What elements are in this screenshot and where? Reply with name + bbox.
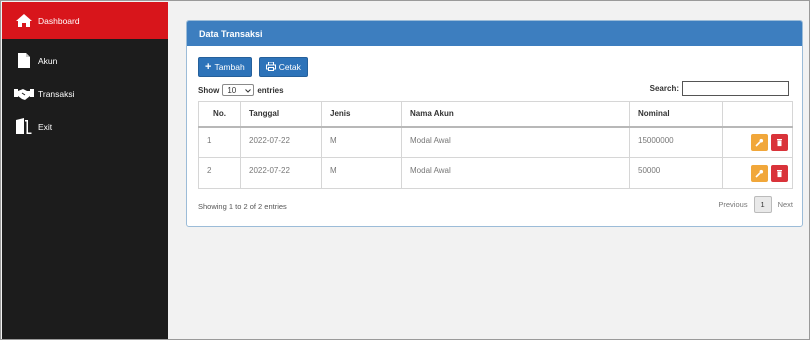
chevron-down-icon xyxy=(245,86,252,95)
sidebar-item-exit[interactable]: Exit xyxy=(2,110,168,143)
edit-button[interactable] xyxy=(751,164,768,182)
column-header-nominal[interactable]: Nominal xyxy=(629,101,723,128)
toolbar: + Tambah Cetak xyxy=(198,57,308,77)
transaksi-panel: Data Transaksi + Tambah Cetak Show 10 en… xyxy=(186,20,803,227)
cell-nominal: 15000000 xyxy=(629,126,723,158)
edit-button[interactable] xyxy=(751,133,768,151)
column-header-no[interactable]: No. xyxy=(198,101,241,128)
pagination: Previous 1 Next xyxy=(718,196,793,213)
cell-jenis: M xyxy=(321,126,402,158)
cell-nominal: 50000 xyxy=(629,157,723,189)
cell-nama-akun: Modal Awal xyxy=(401,157,630,189)
transaksi-table: No. Tanggal Jenis Nama Akun Nominal 1 20… xyxy=(198,101,793,189)
cell-actions xyxy=(722,126,793,158)
wrench-icon xyxy=(755,138,764,147)
entries-select-value: 10 xyxy=(227,85,237,95)
sidebar-item-akun[interactable]: Akun xyxy=(2,44,168,77)
wrench-icon xyxy=(755,169,764,178)
previous-button[interactable]: Previous xyxy=(718,200,747,209)
cell-actions xyxy=(722,157,793,189)
column-header-nama-akun[interactable]: Nama Akun xyxy=(401,101,630,128)
entries-select[interactable]: 10 xyxy=(222,84,255,96)
table-info: Showing 1 to 2 of 2 entries xyxy=(198,202,287,211)
main-content: Data Transaksi + Tambah Cetak Show 10 en… xyxy=(168,2,808,338)
page-length-control: Show 10 entries xyxy=(198,84,284,96)
plus-icon: + xyxy=(205,60,212,73)
sidebar-item-label: Transaksi xyxy=(38,88,75,99)
printer-icon xyxy=(265,61,276,73)
search-control: Search: xyxy=(650,81,789,96)
sidebar-item-dashboard[interactable]: Dashboard xyxy=(2,2,168,39)
delete-button[interactable] xyxy=(771,164,788,182)
cetak-button[interactable]: Cetak xyxy=(258,57,308,77)
cell-tanggal: 2022-07-22 xyxy=(240,157,322,189)
entries-label: entries xyxy=(257,85,284,95)
home-icon xyxy=(14,12,34,30)
handshake-icon xyxy=(14,85,34,103)
door-exit-icon xyxy=(14,118,34,136)
search-label: Search: xyxy=(649,84,679,93)
cell-tanggal: 2022-07-22 xyxy=(240,126,322,158)
column-header-tanggal[interactable]: Tanggal xyxy=(240,101,322,128)
sidebar-item-transaksi[interactable]: Transaksi xyxy=(2,77,168,110)
app-frame: Dashboard Akun Transaksi Exit Data Trans… xyxy=(0,0,810,340)
tambah-button[interactable]: + Tambah xyxy=(198,57,252,77)
table-row: 2 2022-07-22 M Modal Awal 50000 xyxy=(198,157,793,189)
sidebar-item-label: Dashboard xyxy=(38,15,80,26)
tambah-label: Tambah xyxy=(214,62,245,72)
next-button[interactable]: Next xyxy=(778,200,793,209)
cell-nama-akun: Modal Awal xyxy=(401,126,630,158)
panel-title: Data Transaksi xyxy=(187,21,802,46)
search-input[interactable] xyxy=(682,81,789,96)
cell-no: 2 xyxy=(198,157,241,189)
cell-no: 1 xyxy=(198,126,241,158)
delete-button[interactable] xyxy=(771,133,788,151)
table-row: 1 2022-07-22 M Modal Awal 15000000 xyxy=(198,126,793,158)
show-label: Show xyxy=(198,85,220,95)
sidebar-item-label: Akun xyxy=(38,55,58,66)
trash-icon xyxy=(777,138,782,146)
page-button-1[interactable]: 1 xyxy=(753,196,772,213)
cetak-label: Cetak xyxy=(278,62,301,72)
column-header-actions xyxy=(722,101,793,128)
file-icon xyxy=(14,52,34,70)
sidebar-item-label: Exit xyxy=(38,121,53,132)
trash-icon xyxy=(777,169,782,177)
column-header-jenis[interactable]: Jenis xyxy=(321,101,402,128)
sidebar: Dashboard Akun Transaksi Exit xyxy=(2,2,168,339)
table-header-row: No. Tanggal Jenis Nama Akun Nominal xyxy=(198,101,793,128)
cell-jenis: M xyxy=(321,157,402,189)
